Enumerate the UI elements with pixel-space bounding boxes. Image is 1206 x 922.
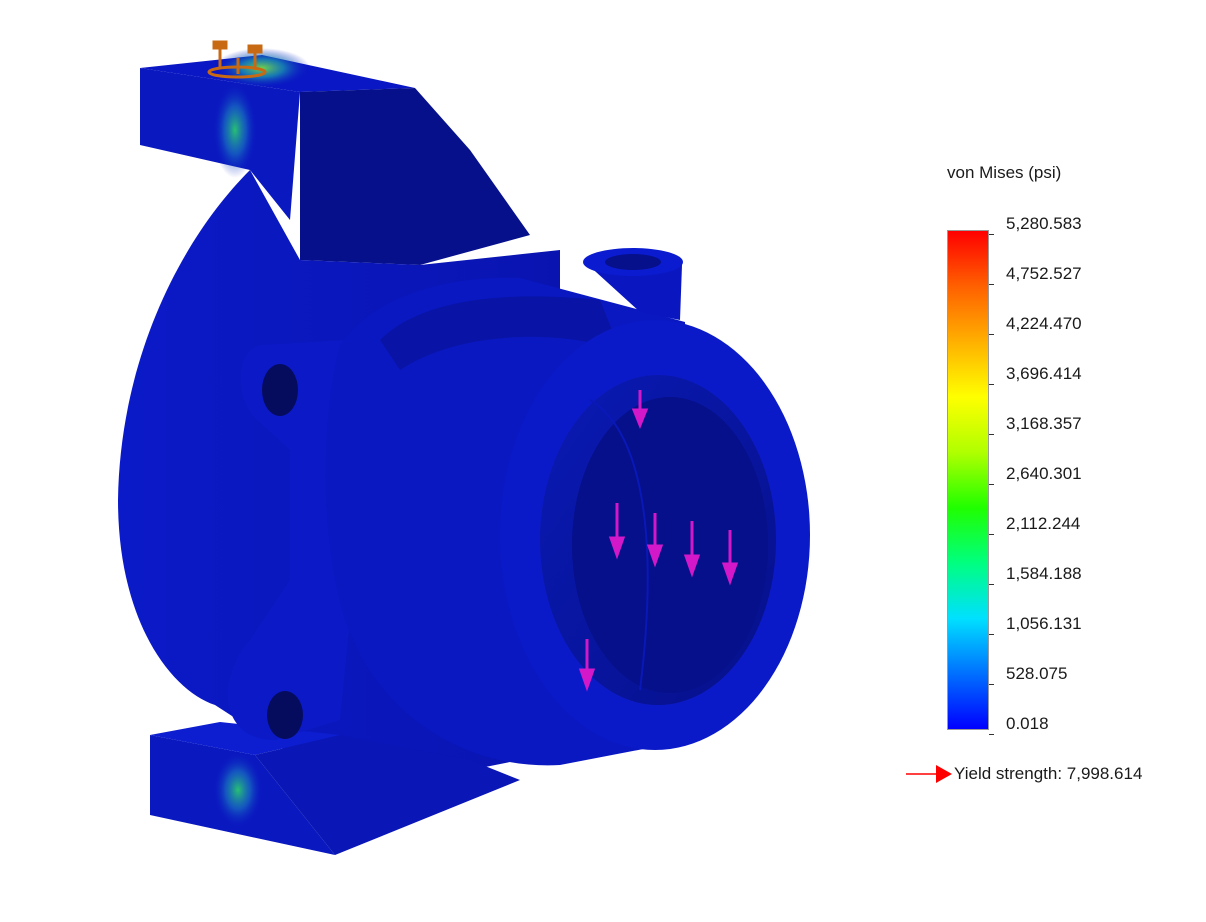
- top-arm-side-face: [300, 88, 530, 265]
- scale-tick-label: 5,280.583: [1006, 214, 1082, 233]
- legend-title: von Mises (psi): [947, 163, 1062, 182]
- scale-tick-label: 528.075: [1006, 664, 1068, 683]
- scale-tick-mark: [989, 684, 994, 685]
- yield-arrow-icon: [906, 765, 952, 783]
- scale-tick-label: 4,224.470: [1006, 314, 1082, 333]
- scale-tick-label: 3,168.357: [1006, 414, 1082, 433]
- scale-tick-label: 2,112.244: [1006, 514, 1081, 533]
- scale-tick-mark: [989, 634, 994, 635]
- scale-tick-mark: [989, 734, 994, 735]
- scale-tick-mark: [989, 284, 994, 285]
- part-model: [118, 48, 810, 855]
- scale-tick-label: 2,640.301: [1006, 464, 1082, 483]
- scale-tick-mark: [989, 434, 994, 435]
- scale-tick-mark: [989, 334, 994, 335]
- scale-tick-mark: [989, 234, 994, 235]
- color-scale-bar: [947, 230, 989, 730]
- upper-lug-hole: [262, 364, 298, 416]
- scale-tick-mark: [989, 484, 994, 485]
- scale-tick-label: 0.018: [1006, 714, 1049, 733]
- lower-lug-hole: [267, 691, 303, 739]
- scale-tick-label: 4,752.527: [1006, 264, 1082, 283]
- hub-bore-inner: [572, 397, 768, 693]
- scale-tick-mark: [989, 534, 994, 535]
- scale-tick-label: 3,696.414: [1006, 364, 1082, 383]
- scale-tick-label: 1,584.188: [1006, 564, 1082, 583]
- scale-tick-label: 1,056.131: [1006, 614, 1082, 633]
- stress-hotspot-top-arm: [213, 82, 257, 178]
- yield-strength-label: Yield strength: 7,998.614: [954, 764, 1143, 783]
- scale-tick-mark: [989, 584, 994, 585]
- stress-hotspot-bottom-arm: [213, 752, 263, 828]
- yield-strength-indicator: Yield strength: 7,998.614: [906, 762, 1142, 786]
- top-boss-hole: [605, 254, 661, 270]
- scale-tick-mark: [989, 384, 994, 385]
